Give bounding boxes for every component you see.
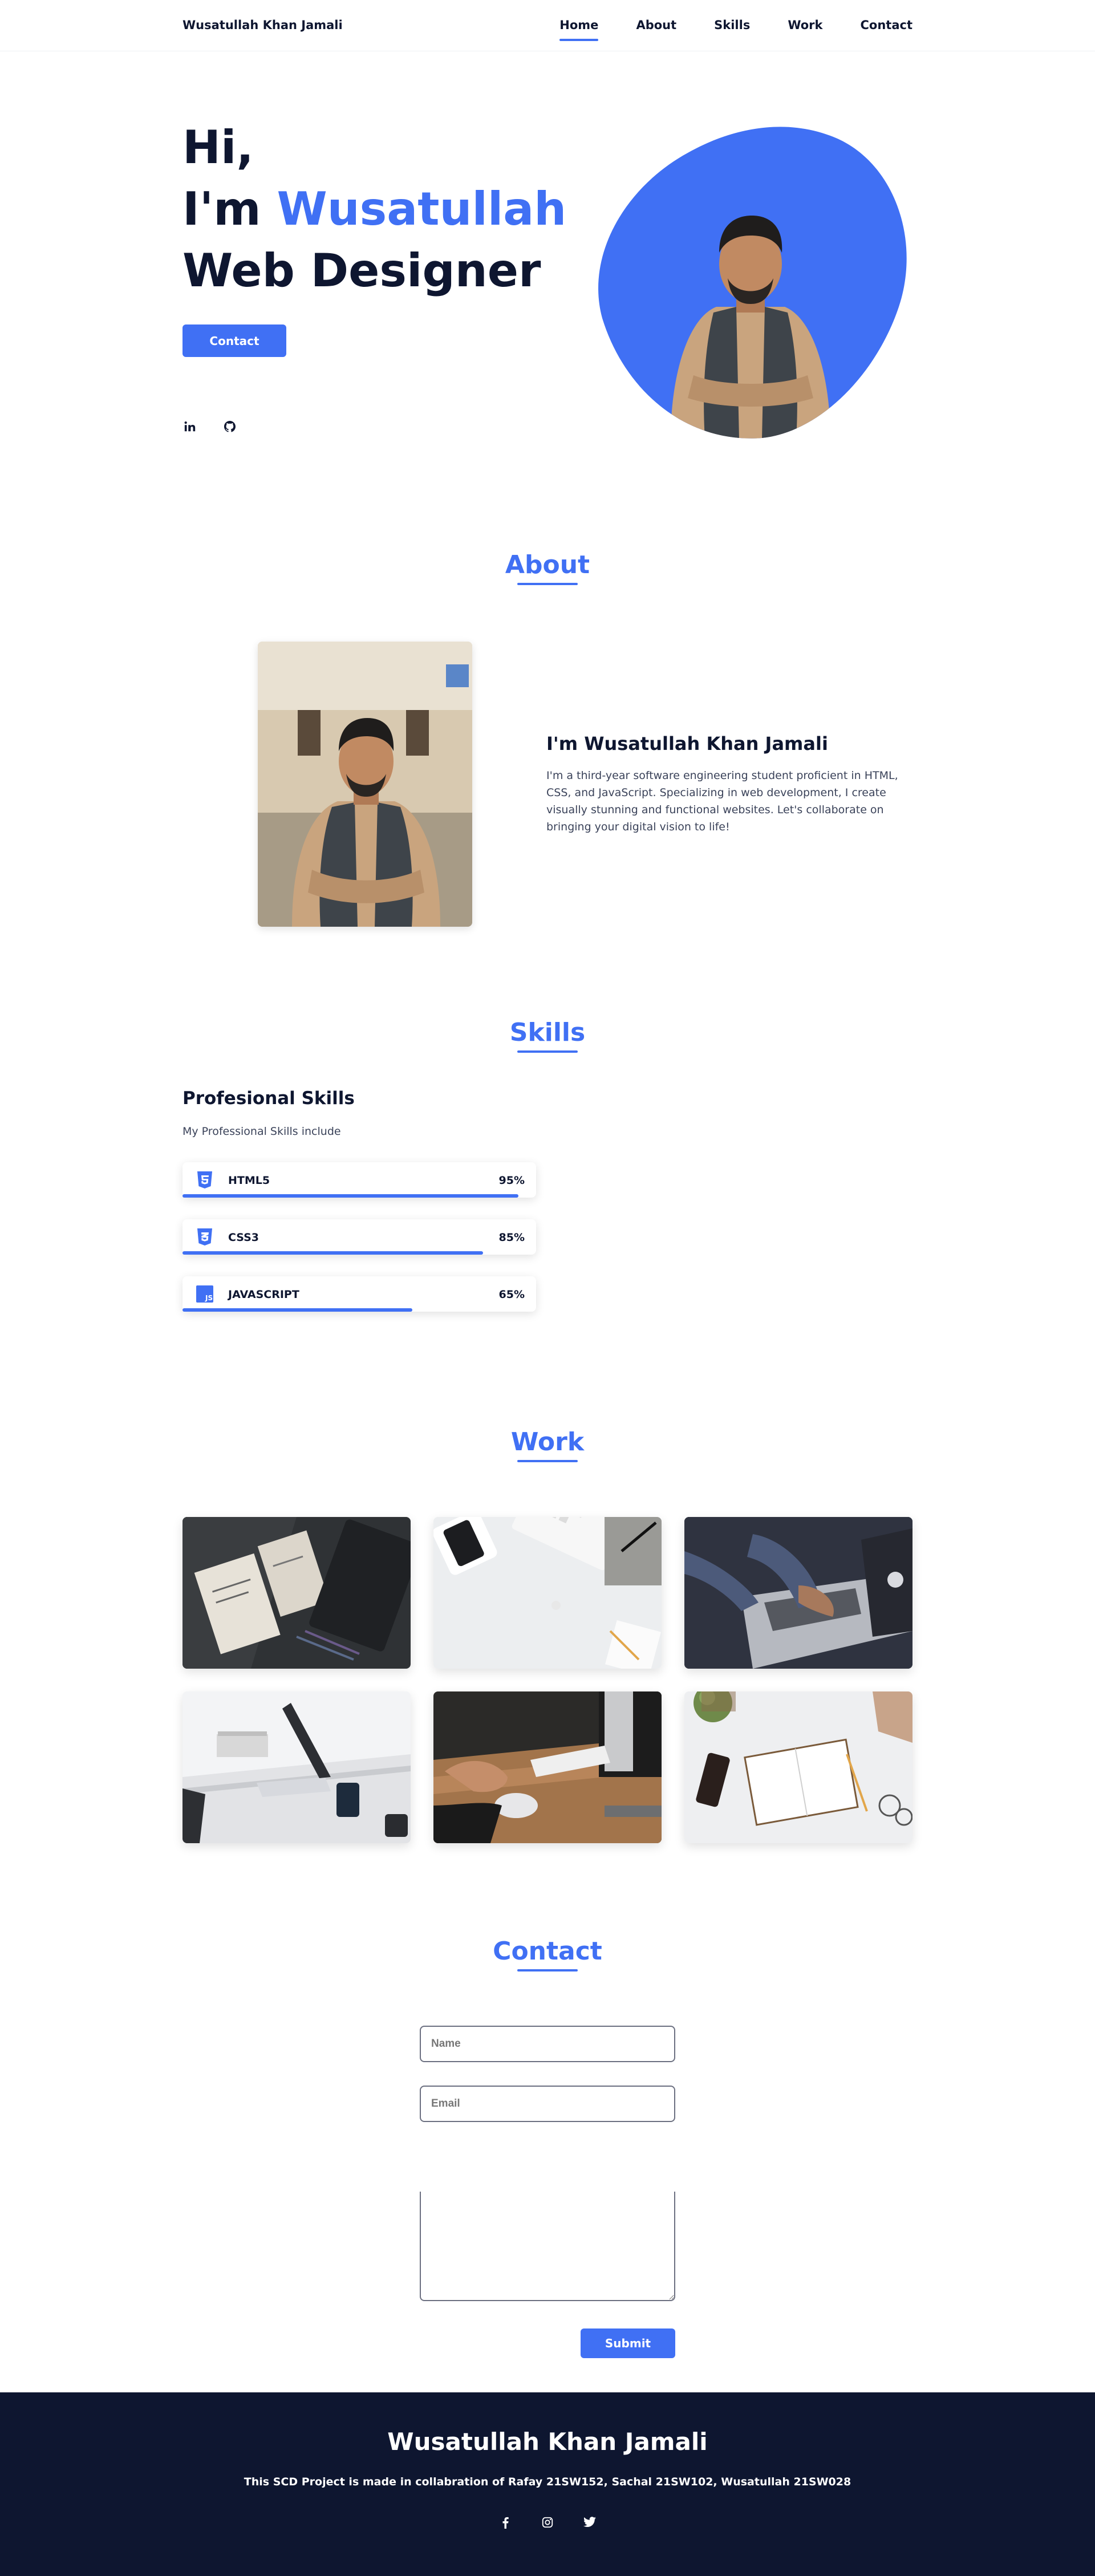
twitter-icon[interactable] bbox=[582, 2515, 597, 2530]
skill-name: HTML5 bbox=[228, 1174, 270, 1187]
work-item-desk-notes[interactable] bbox=[182, 1517, 411, 1669]
skills-subtitle: Profesional Skills bbox=[182, 1088, 355, 1109]
work-item-workspace-keyboard[interactable] bbox=[433, 1517, 662, 1669]
skills-description: My Professional Skills include bbox=[182, 1125, 341, 1138]
skill-percent: 85% bbox=[498, 1231, 525, 1244]
main-nav: Home About Skills Work Contact bbox=[559, 18, 913, 41]
hero-role: Web Designer bbox=[182, 244, 541, 297]
hero-profile-blob bbox=[598, 127, 907, 439]
skill-name: CSS3 bbox=[228, 1231, 259, 1244]
work-item-notebook-desk[interactable] bbox=[684, 1691, 912, 1843]
hero-contact-button[interactable]: Contact bbox=[182, 324, 286, 357]
message-textarea[interactable] bbox=[420, 2192, 675, 2301]
footer-social-links bbox=[0, 2515, 1095, 2530]
skills-title-text: Skills bbox=[509, 1018, 586, 1047]
contact-title-underline bbox=[517, 1969, 578, 1971]
skill-percent: 65% bbox=[498, 1288, 525, 1301]
skill-name: JAVASCRIPT bbox=[228, 1288, 299, 1301]
about-title-text: About bbox=[505, 550, 590, 579]
work-title-text: Work bbox=[510, 1427, 585, 1457]
skill-progress-bar bbox=[182, 1194, 518, 1198]
hero-name: Wusatullah bbox=[277, 182, 567, 236]
about-description: I'm a third-year software engineering st… bbox=[546, 769, 898, 833]
footer-title: Wusatullah Khan Jamali bbox=[387, 2428, 708, 2456]
site-header: Wusatullah Khan Jamali Home About Skills… bbox=[0, 0, 1095, 51]
hero-title: Hi, I'm Wusatullah Web Designer bbox=[182, 117, 566, 302]
hero-intro-prefix: I'm bbox=[182, 182, 277, 236]
site-logo[interactable]: Wusatullah Khan Jamali bbox=[182, 18, 343, 32]
skills-title: Skills bbox=[0, 1018, 1095, 1053]
email-input[interactable] bbox=[420, 2086, 675, 2122]
html5-icon bbox=[196, 1171, 213, 1189]
instagram-icon[interactable] bbox=[540, 2515, 555, 2530]
about-title-underline bbox=[517, 583, 578, 585]
nav-skills[interactable]: Skills bbox=[714, 18, 750, 38]
skills-title-underline bbox=[517, 1050, 578, 1053]
name-input[interactable] bbox=[420, 2026, 675, 2062]
hero-greeting: Hi, bbox=[182, 121, 254, 174]
css3-icon bbox=[196, 1228, 213, 1246]
skill-html5: HTML5 95% bbox=[182, 1162, 536, 1198]
footer-credits: This SCD Project is made in collabration… bbox=[244, 2476, 851, 2488]
skill-progress-bar bbox=[182, 1251, 483, 1255]
about-heading: I'm Wusatullah Khan Jamali bbox=[546, 733, 828, 754]
nav-contact[interactable]: Contact bbox=[861, 18, 913, 38]
submit-button[interactable]: Submit bbox=[581, 2328, 675, 2358]
facebook-icon[interactable] bbox=[498, 2515, 513, 2530]
work-item-laptop-typing[interactable] bbox=[684, 1517, 912, 1669]
nav-work[interactable]: Work bbox=[788, 18, 822, 38]
site-footer: Wusatullah Khan Jamali This SCD Project … bbox=[0, 2392, 1095, 2576]
skill-progress-bar bbox=[182, 1308, 412, 1312]
skill-percent: 95% bbox=[498, 1174, 525, 1187]
nav-home[interactable]: Home bbox=[559, 18, 599, 41]
linkedin-icon[interactable] bbox=[182, 419, 197, 434]
skill-javascript: JS JAVASCRIPT 65% bbox=[182, 1276, 536, 1312]
about-title: About bbox=[0, 550, 1095, 585]
contact-title: Contact bbox=[0, 1937, 1095, 1971]
github-icon[interactable] bbox=[222, 419, 237, 434]
contact-title-text: Contact bbox=[493, 1937, 602, 1966]
hero-social-links bbox=[182, 419, 237, 434]
svg-text:JS: JS bbox=[205, 1294, 213, 1302]
nav-about[interactable]: About bbox=[636, 18, 676, 38]
javascript-icon: JS bbox=[196, 1285, 213, 1303]
work-title-underline bbox=[517, 1460, 578, 1462]
work-item-mouse-hand[interactable] bbox=[433, 1691, 662, 1843]
work-item-desk-laptop[interactable] bbox=[182, 1691, 411, 1843]
about-photo bbox=[258, 642, 472, 927]
hero-intro: I'm Wusatullah bbox=[182, 179, 566, 240]
work-title: Work bbox=[0, 1427, 1095, 1462]
skill-css3: CSS3 85% bbox=[182, 1219, 536, 1255]
